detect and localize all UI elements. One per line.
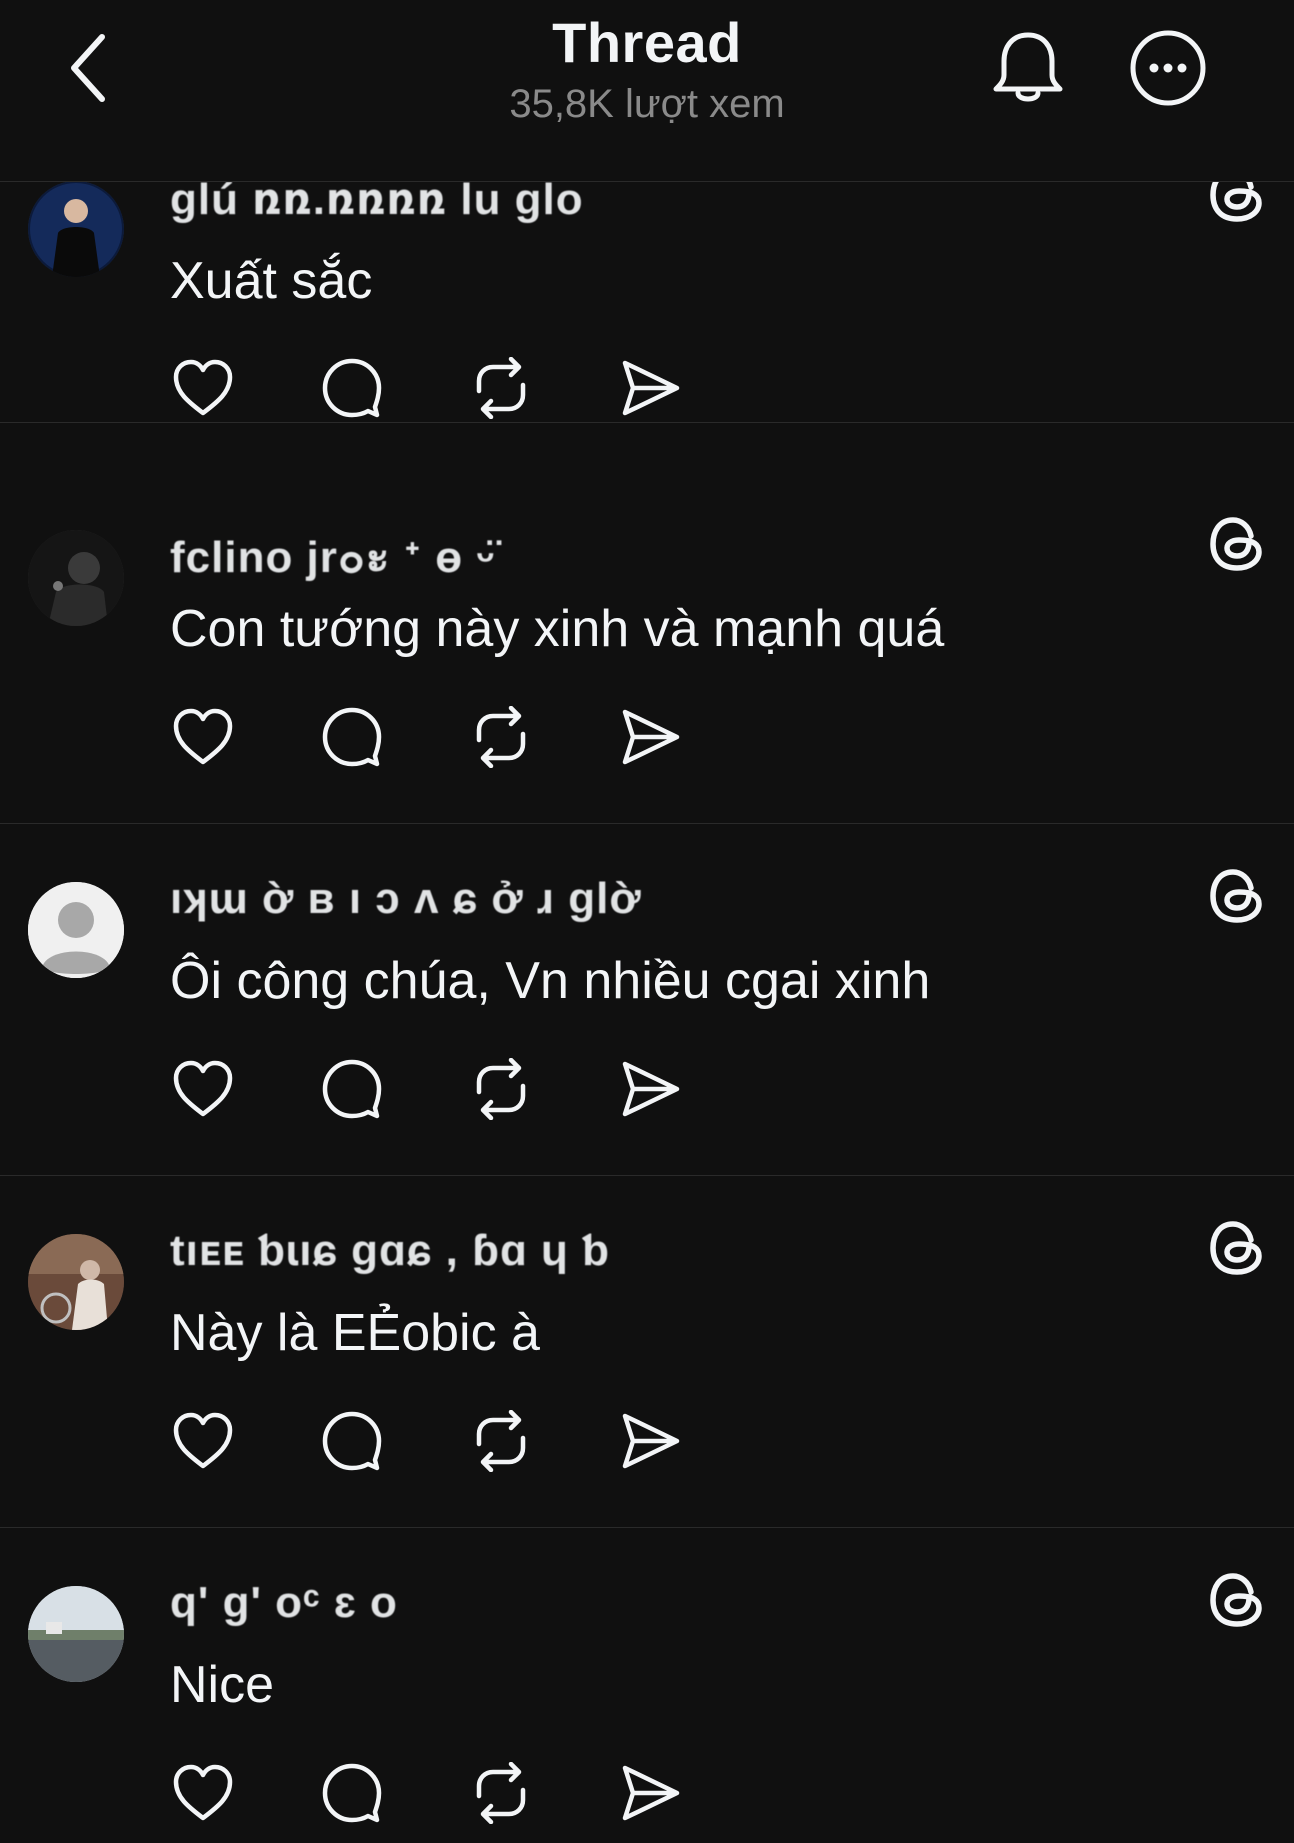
like-button[interactable] bbox=[168, 702, 238, 772]
share-button[interactable] bbox=[615, 1406, 685, 1476]
threads-logo-icon[interactable] bbox=[1205, 1568, 1269, 1632]
reply-button[interactable] bbox=[317, 1406, 387, 1476]
reply-button[interactable] bbox=[317, 1758, 387, 1828]
heart-icon bbox=[173, 1060, 233, 1117]
heart-icon bbox=[173, 1412, 233, 1469]
reply-post: fclino jr๐ะ ᐩ ɵ ᵕ̈ Con tướng này xinh và… bbox=[0, 472, 1294, 824]
heart-icon bbox=[173, 1764, 233, 1821]
repost-icon bbox=[476, 357, 526, 419]
heart-icon bbox=[173, 359, 233, 416]
share-button[interactable] bbox=[615, 1054, 685, 1124]
repost-icon bbox=[476, 1058, 526, 1120]
repost-button[interactable] bbox=[466, 1406, 536, 1476]
reply-post: ıʞɯ ờ ʙ ı ɔ ʌ ɕ ở ɹ ɡlờ Ôi công chúa, Vn… bbox=[0, 824, 1294, 1176]
send-icon bbox=[622, 1061, 680, 1117]
threads-logo-icon[interactable] bbox=[1205, 181, 1269, 227]
send-icon bbox=[622, 1765, 680, 1821]
comment-icon bbox=[322, 1059, 382, 1119]
reply-text: Xuất sắc bbox=[170, 252, 373, 310]
repost-button[interactable] bbox=[466, 1054, 536, 1124]
reply-feed: ɡlú ռռ.ռռռռ lu ɡlo Xuất sắc fclino jr๐ะ … bbox=[0, 181, 1294, 1843]
share-button[interactable] bbox=[615, 702, 685, 772]
threads-logo-icon[interactable] bbox=[1205, 512, 1269, 576]
reply-button[interactable] bbox=[317, 702, 387, 772]
reply-text: Này là EẺobic à bbox=[170, 1304, 540, 1362]
avatar[interactable] bbox=[28, 1234, 124, 1330]
repost-icon bbox=[476, 1410, 526, 1472]
like-button[interactable] bbox=[168, 1758, 238, 1828]
like-button[interactable] bbox=[168, 353, 238, 423]
share-button[interactable] bbox=[615, 1758, 685, 1828]
username[interactable]: ıʞɯ ờ ʙ ı ɔ ʌ ɕ ở ɹ ɡlờ bbox=[170, 874, 642, 924]
send-icon bbox=[622, 709, 680, 765]
share-button[interactable] bbox=[615, 353, 685, 423]
more-circle-icon bbox=[1130, 30, 1206, 106]
page-title: Thread bbox=[552, 11, 742, 74]
threads-app: Thread 35,8K lượt xem ɡlú ռռ.ռռռռ lu ɡlo… bbox=[0, 0, 1294, 1843]
notification-button[interactable] bbox=[990, 28, 1066, 108]
reply-text: Con tướng này xinh và mạnh quá bbox=[170, 600, 945, 658]
avatar[interactable] bbox=[28, 530, 124, 626]
send-icon bbox=[622, 1413, 680, 1469]
repost-button[interactable] bbox=[466, 702, 536, 772]
comment-icon bbox=[322, 358, 382, 418]
avatar[interactable] bbox=[28, 882, 124, 978]
action-bar bbox=[168, 702, 688, 772]
view-count: 35,8K lượt xem bbox=[509, 82, 785, 126]
username[interactable]: q' ɡ' oᶜ ɛ o bbox=[170, 1578, 398, 1628]
comment-icon bbox=[322, 707, 382, 767]
reply-text: Nice bbox=[170, 1656, 275, 1714]
action-bar bbox=[168, 1758, 688, 1828]
reply-post: tıᴇᴇ ƅɩıɕ ɡɑɕ , ɓɑ ɥ ƅ Này là EẺobic à bbox=[0, 1176, 1294, 1528]
action-bar bbox=[168, 353, 688, 423]
comment-icon bbox=[322, 1763, 382, 1823]
username[interactable]: ɡlú ռռ.ռռռռ lu ɡlo bbox=[170, 181, 584, 225]
reply-post: ɡlú ռռ.ռռռռ lu ɡlo Xuất sắc bbox=[0, 181, 1294, 423]
more-options-button[interactable] bbox=[1128, 28, 1208, 108]
reply-button[interactable] bbox=[317, 1054, 387, 1124]
threads-logo-icon[interactable] bbox=[1205, 864, 1269, 928]
reply-post: q' ɡ' oᶜ ɛ o Nice bbox=[0, 1528, 1294, 1843]
repost-button[interactable] bbox=[466, 353, 536, 423]
like-button[interactable] bbox=[168, 1406, 238, 1476]
username[interactable]: fclino jr๐ะ ᐩ ɵ ᵕ̈ bbox=[170, 522, 495, 592]
avatar[interactable] bbox=[28, 181, 124, 277]
bell-icon bbox=[993, 32, 1063, 102]
like-button[interactable] bbox=[168, 1054, 238, 1124]
reply-button[interactable] bbox=[317, 353, 387, 423]
username[interactable]: tıᴇᴇ ƅɩıɕ ɡɑɕ , ɓɑ ɥ ƅ bbox=[170, 1226, 610, 1276]
threads-logo-icon[interactable] bbox=[1205, 1216, 1269, 1280]
reply-text: Ôi công chúa, Vn nhiều cgai xinh bbox=[170, 952, 931, 1010]
action-bar bbox=[168, 1054, 688, 1124]
send-icon bbox=[622, 360, 680, 416]
avatar[interactable] bbox=[28, 1586, 124, 1682]
repost-button[interactable] bbox=[466, 1758, 536, 1828]
heart-icon bbox=[173, 708, 233, 765]
comment-icon bbox=[322, 1411, 382, 1471]
action-bar bbox=[168, 1406, 688, 1476]
repost-icon bbox=[476, 706, 526, 768]
repost-icon bbox=[476, 1762, 526, 1824]
top-bar: Thread 35,8K lượt xem bbox=[0, 0, 1294, 182]
